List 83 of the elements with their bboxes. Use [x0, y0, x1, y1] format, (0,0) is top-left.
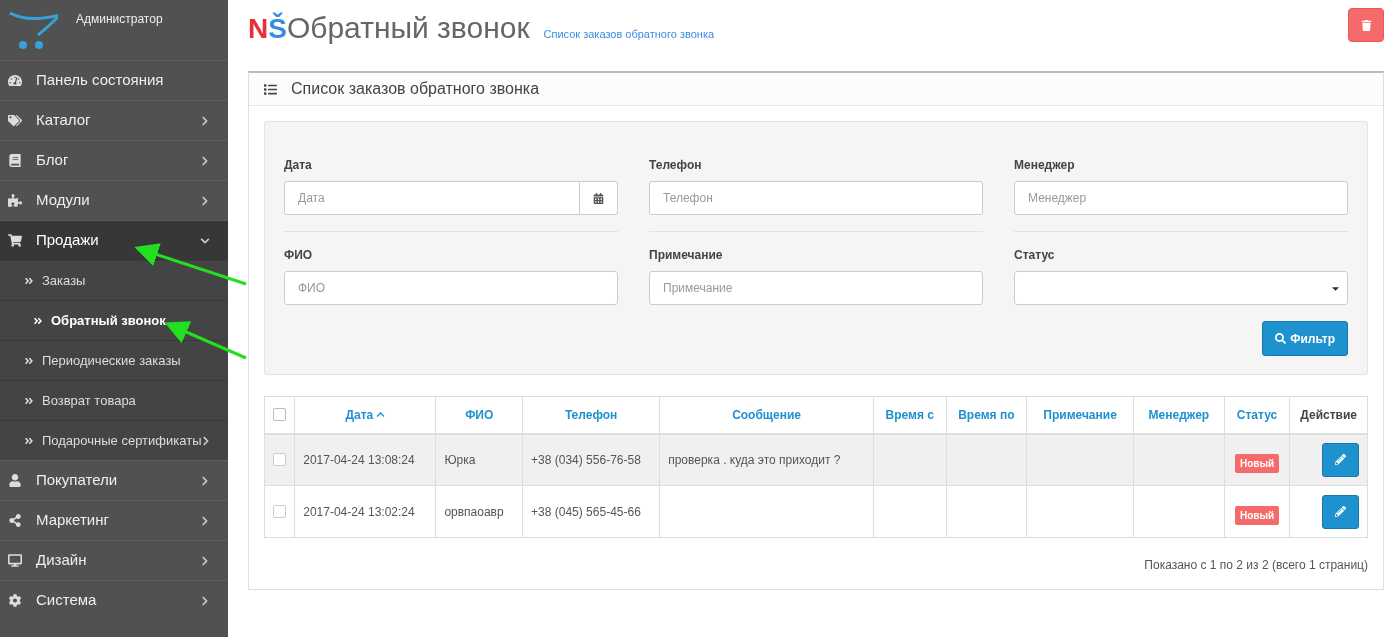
trash-icon [1360, 19, 1372, 31]
monitor-icon [8, 554, 22, 567]
search-icon [1275, 333, 1287, 344]
chevron-right-icon [200, 595, 210, 606]
column-header[interactable]: Сообщение [732, 405, 801, 424]
field-label: Статус [1014, 247, 1056, 264]
checkbox[interactable] [273, 453, 287, 467]
input-field[interactable]: ФИО [284, 271, 618, 305]
puzzle-icon [8, 194, 22, 207]
input-field[interactable]: Примечание [649, 271, 983, 305]
gear-icon [8, 594, 22, 607]
book-icon [8, 154, 22, 167]
sidebar-item[interactable]: Продажи [0, 220, 228, 260]
sort-up-icon [376, 410, 386, 420]
submenu-item[interactable]: Возврат товара [0, 380, 228, 420]
table-cell: проверка . куда это приходит ? [668, 452, 841, 467]
chevron-right-icon [200, 555, 210, 566]
table-cell: +38 (045) 565-45-66 [531, 504, 641, 519]
column-header: Действие [1300, 406, 1357, 424]
pagination-text: Показано с 1 по 2 из 2 (всего 1 страниц) [1144, 557, 1368, 574]
edit-button[interactable] [1322, 442, 1359, 477]
field-label: Дата [284, 157, 313, 174]
pencil-icon [1335, 454, 1346, 466]
input-field[interactable]: Телефон [649, 181, 983, 215]
chevron-right-icon [200, 155, 210, 166]
user-name: Администратор [76, 11, 163, 28]
status-badge: Новый [1234, 454, 1280, 474]
table-cell: орвпаоавр [444, 504, 504, 519]
double-chevron-icon [24, 355, 34, 366]
pencil-icon [1335, 506, 1346, 517]
submenu-item[interactable]: Заказы [0, 260, 228, 300]
double-chevron-icon [24, 435, 34, 446]
table-cell: +38 (034) 556-76-58 [531, 452, 641, 467]
cart-logo-icon [8, 9, 58, 49]
table-cell: Юрка [444, 452, 476, 467]
sidebar-item[interactable]: Панель состояния [0, 60, 228, 100]
status-badge: Новый [1234, 506, 1280, 525]
submenu-item[interactable]: Подарочные сертификаты [0, 420, 228, 460]
column-header[interactable]: Дата [345, 405, 386, 424]
submenu-item[interactable]: Обратный звонок [0, 300, 228, 340]
column-header[interactable]: ФИО [465, 405, 494, 424]
field-label: Примечание [649, 247, 724, 264]
list-icon [264, 82, 277, 96]
share-icon [8, 514, 22, 527]
submenu-item[interactable]: Периодические заказы [0, 340, 228, 380]
calendar-button[interactable] [580, 181, 618, 215]
field-label: ФИО [284, 247, 314, 264]
edit-button[interactable] [1322, 494, 1359, 529]
checkbox[interactable] [273, 408, 287, 422]
date-field[interactable]: Дата [284, 181, 580, 215]
sidebar-item[interactable]: Маркетинг [0, 500, 228, 540]
gauge-icon [8, 74, 22, 87]
filter-button[interactable]: Фильтр [1262, 321, 1348, 356]
double-chevron-icon [24, 275, 34, 286]
sidebar-item[interactable]: Система [0, 580, 228, 620]
table-cell: 2017-04-24 13:08:24 [303, 452, 415, 467]
brand-logo: NŠ [248, 11, 287, 46]
breadcrumb-link[interactable]: Список заказов обратного звонка [543, 26, 715, 43]
calendar-icon [593, 192, 604, 204]
cart-icon [8, 234, 22, 247]
input-field[interactable]: Менеджер [1014, 181, 1348, 215]
chevron-right-icon [200, 115, 210, 126]
sidebar-item[interactable]: Блог [0, 140, 228, 180]
panel-title: Список заказов обратного звонка [291, 79, 540, 99]
chevron-right-icon [200, 475, 210, 486]
page-title: Обратный звонок [286, 13, 530, 43]
checkbox[interactable] [273, 505, 287, 518]
chevron-down-icon [200, 235, 210, 246]
tags-icon [8, 114, 22, 127]
field-label: Менеджер [1014, 157, 1076, 174]
double-chevron-icon [24, 395, 34, 406]
sidebar-item[interactable]: Каталог [0, 100, 228, 140]
chevron-right-icon [200, 195, 210, 206]
sidebar-item[interactable]: Покупатели [0, 460, 228, 500]
sidebar-item[interactable]: Дизайн [0, 540, 228, 580]
table-cell: 2017-04-24 13:02:24 [303, 504, 415, 519]
user-icon [8, 474, 22, 487]
delete-button[interactable] [1348, 8, 1384, 42]
field-label: Телефон [649, 157, 703, 174]
double-chevron-icon [33, 315, 43, 326]
chevron-right-icon [200, 515, 210, 526]
select-field[interactable] [1014, 271, 1348, 305]
column-header[interactable]: Телефон [564, 405, 618, 424]
